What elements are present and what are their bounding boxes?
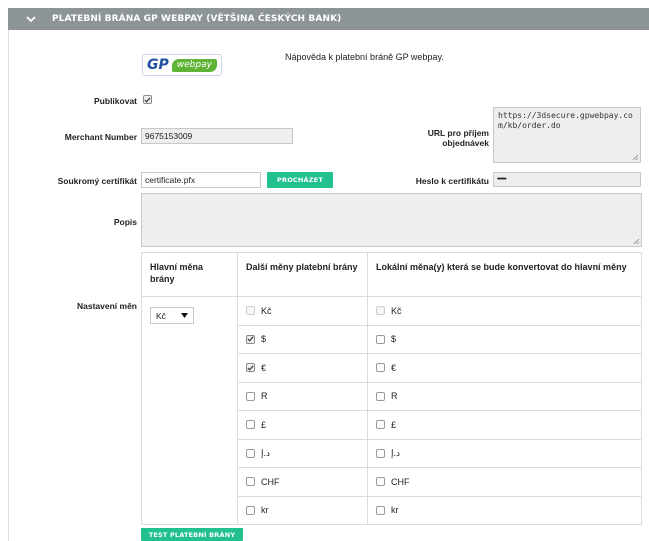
order-url-value: https://3dsecure.gpwebpay.com/kb/order.d…	[498, 111, 633, 130]
local-currency-checkbox[interactable]	[376, 334, 385, 344]
local-currency-checkbox[interactable]	[376, 505, 385, 515]
main-currency-select[interactable]: Kč	[150, 307, 194, 324]
currency-name: kr	[391, 505, 399, 516]
description-field[interactable]	[141, 193, 642, 247]
checkmark-icon	[247, 336, 254, 342]
currency-name: kr	[261, 505, 269, 516]
other-currency-checkbox[interactable]	[246, 334, 255, 344]
merchant-number-field[interactable]: 9675153009	[141, 128, 293, 144]
resize-handle-icon[interactable]	[633, 238, 640, 245]
local-currency-cell: £	[367, 410, 642, 440]
currency-table-header: Hlavní měna brány Další měny platební br…	[141, 252, 642, 297]
currency-name: €	[261, 362, 267, 373]
local-currency-checkbox[interactable]	[376, 477, 385, 487]
other-currency-cell: €	[237, 353, 368, 383]
other-currency-cell: $	[237, 324, 368, 354]
local-currency-cell: $	[367, 324, 642, 354]
section-title: PLATEBNÍ BRÁNA GP WEBPAY (VĚTŠINA ČESKÝC…	[52, 14, 342, 24]
currency-name: R	[261, 391, 268, 402]
certificate-label: Soukromý certifikát	[57, 176, 137, 186]
test-gateway-button[interactable]: TEST PLATEBNÍ BRÁNY	[141, 528, 243, 541]
main-currency-cell: Kč	[141, 296, 238, 525]
other-currency-cell: Kč	[237, 296, 368, 326]
other-currency-cell: CHF	[237, 467, 368, 497]
currency-name: Kč	[391, 305, 402, 316]
other-currency-cell: R	[237, 381, 368, 411]
currency-name: د.إ	[391, 447, 401, 458]
currency-name: R	[391, 391, 398, 402]
description-label: Popis	[113, 217, 137, 227]
local-currency-cell: د.إ	[367, 438, 642, 468]
main-currency-value: Kč	[156, 310, 166, 321]
local-currency-cell: kr	[367, 495, 642, 525]
currency-table: Hlavní měna brány Další měny platební br…	[141, 252, 642, 525]
col-local-currencies: Lokální měna(y) která se bude konvertova…	[367, 252, 642, 297]
currency-name: Kč	[261, 305, 272, 316]
dropdown-arrow-icon	[181, 311, 188, 321]
cert-password-label: Heslo k certifikátu	[415, 176, 489, 186]
publish-label: Publikovat	[94, 96, 137, 106]
section-header[interactable]: PLATEBNÍ BRÁNA GP WEBPAY (VĚTŠINA ČESKÝC…	[8, 8, 649, 30]
local-currency-checkbox[interactable]	[376, 420, 385, 430]
merchant-label: Merchant Number	[64, 132, 137, 142]
table-row: Kč Kč Kč	[141, 296, 642, 525]
local-currency-checkbox[interactable]	[376, 391, 385, 401]
col-other-currencies: Další měny platební brány	[237, 252, 368, 297]
other-currency-cell: د.إ	[237, 438, 368, 468]
currency-name: CHF	[391, 476, 410, 487]
local-currency-checkbox[interactable]	[376, 363, 385, 373]
certificate-file-field[interactable]: certificate.pfx	[141, 172, 261, 188]
other-currency-checkbox[interactable]	[246, 505, 255, 515]
currency-settings-label: Nastavení měn	[77, 301, 137, 311]
other-currency-checkbox[interactable]	[246, 391, 255, 401]
other-currency-checkbox[interactable]	[246, 420, 255, 430]
order-url-label: URL pro příjem objednávek	[427, 128, 489, 148]
local-currency-checkbox[interactable]	[376, 306, 385, 316]
col-main-currency: Hlavní měna brány	[141, 252, 238, 297]
currency-name: €	[391, 362, 397, 373]
other-currency-checkbox[interactable]	[246, 448, 255, 458]
local-currency-checkbox[interactable]	[376, 448, 385, 458]
order-url-field[interactable]: https://3dsecure.gpwebpay.com/kb/order.d…	[493, 107, 641, 163]
other-currency-checkbox[interactable]	[246, 363, 255, 373]
currency-name: £	[261, 419, 267, 430]
other-currency-cell: £	[237, 410, 368, 440]
publish-checkbox[interactable]	[143, 95, 152, 104]
local-currency-cell: R	[367, 381, 642, 411]
other-currency-cell: kr	[237, 495, 368, 525]
logo-webpay: webpay	[171, 58, 217, 72]
logo-gp: GP	[147, 57, 169, 73]
currency-name: د.إ	[261, 447, 271, 458]
resize-handle-icon[interactable]	[632, 154, 639, 161]
browse-button[interactable]: PROCHÁZET	[267, 172, 333, 188]
local-currency-cell: Kč	[367, 296, 642, 326]
local-currency-cell: CHF	[367, 467, 642, 497]
currency-name: $	[391, 334, 397, 345]
checkmark-icon	[247, 365, 254, 371]
other-currency-checkbox[interactable]	[246, 306, 255, 316]
currency-name: CHF	[261, 476, 280, 487]
currency-name: $	[261, 334, 267, 345]
chevron-down-icon[interactable]	[24, 12, 38, 26]
currency-name: £	[391, 419, 397, 430]
local-currency-cell: €	[367, 353, 642, 383]
other-currency-checkbox[interactable]	[246, 477, 255, 487]
help-text: Nápověda k platební bráně GP webpay.	[285, 52, 444, 62]
gp-webpay-logo: GP webpay	[142, 54, 222, 76]
checkmark-icon	[144, 96, 151, 103]
cert-password-field[interactable]: ••••••	[493, 172, 641, 187]
